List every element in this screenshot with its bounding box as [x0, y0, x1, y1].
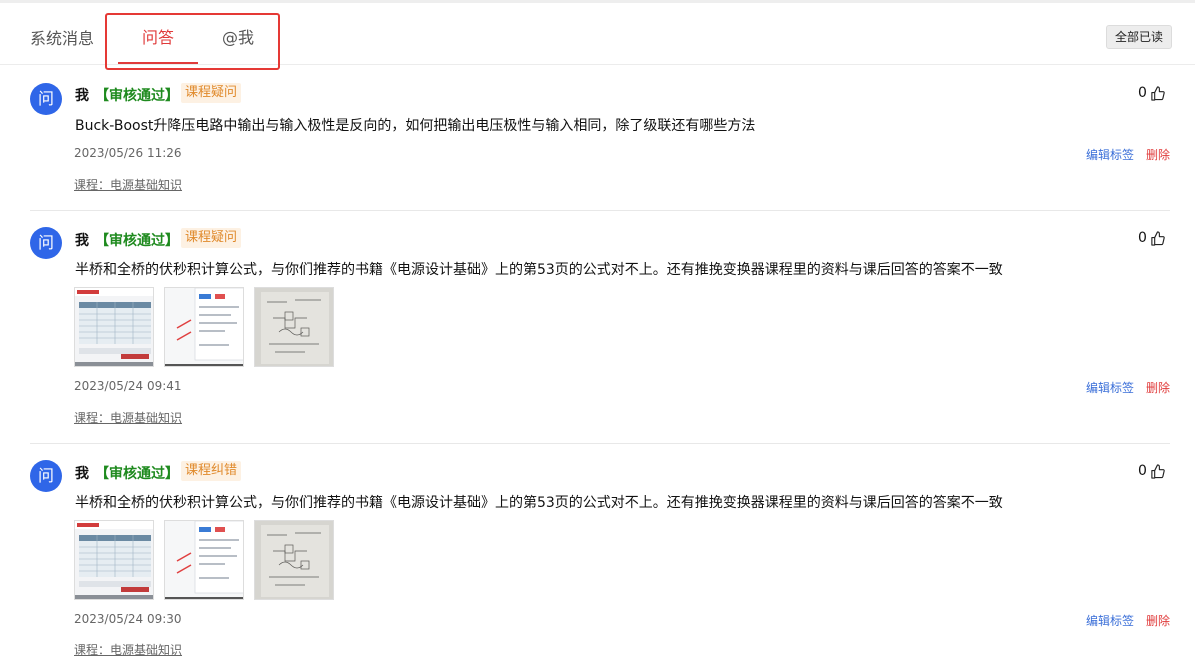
like-count: 0	[1138, 463, 1147, 479]
avatar: 问	[30, 227, 62, 259]
post-date: 2023/05/24 09:41	[74, 379, 182, 393]
attachment-image-handwriting[interactable]	[254, 287, 334, 367]
avatar: 问	[30, 83, 62, 115]
attachment-image-table[interactable]	[74, 520, 154, 600]
tab-at-me[interactable]: @我	[222, 24, 254, 48]
author-name: 我	[75, 88, 89, 104]
post-date: 2023/05/24 09:30	[74, 612, 182, 626]
tab-bar: 系统消息 问答 @我 全部已读	[0, 3, 1195, 70]
attachment-thumbnails	[74, 287, 334, 367]
like-count: 0	[1138, 230, 1147, 246]
category-tag: 课程纠错	[181, 461, 242, 481]
tab-qa[interactable]: 问答	[142, 24, 174, 48]
like-button[interactable]: 0	[1138, 230, 1165, 246]
delete-link[interactable]: 删除	[1146, 612, 1170, 629]
delete-link[interactable]: 删除	[1146, 146, 1170, 163]
author-name: 我	[75, 233, 89, 249]
category-tag: 课程疑问	[181, 228, 242, 248]
status-badge: 【审核通过】	[95, 466, 179, 482]
edit-tags-link[interactable]: 编辑标签	[1086, 146, 1134, 163]
author-name: 我	[75, 466, 89, 482]
divider	[30, 210, 1170, 211]
post-date: 2023/05/26 11:26	[74, 146, 182, 160]
question-text[interactable]: Buck-Boost升降压电路中输出与输入极性是反向的，如何把输出电压极性与输入…	[75, 115, 755, 135]
thumbs-up-icon	[1151, 230, 1165, 246]
course-link[interactable]: 课程：电源基础知识	[74, 409, 182, 426]
edit-tags-link[interactable]: 编辑标签	[1086, 379, 1134, 396]
tab-system-messages[interactable]: 系统消息	[30, 25, 94, 49]
question-text[interactable]: 半桥和全桥的伏秒积计算公式，与你们推荐的书籍《电源设计基础》上的第53页的公式对…	[75, 492, 1003, 512]
course-link[interactable]: 课程：电源基础知识	[74, 641, 182, 658]
divider	[30, 443, 1170, 444]
status-badge: 【审核通过】	[95, 233, 179, 249]
delete-link[interactable]: 删除	[1146, 379, 1170, 396]
active-tab-indicator	[118, 62, 198, 64]
attachment-thumbnails	[74, 520, 334, 600]
edit-tags-link[interactable]: 编辑标签	[1086, 612, 1134, 629]
attachment-image-handwriting[interactable]	[254, 520, 334, 600]
mark-all-read-button[interactable]: 全部已读	[1106, 25, 1173, 49]
question-text[interactable]: 半桥和全桥的伏秒积计算公式，与你们推荐的书籍《电源设计基础》上的第53页的公式对…	[75, 259, 1003, 279]
thumbs-up-icon	[1151, 463, 1165, 479]
attachment-image-dialog[interactable]	[164, 287, 244, 367]
like-button[interactable]: 0	[1138, 463, 1165, 479]
like-button[interactable]: 0	[1138, 85, 1165, 101]
thumbs-up-icon	[1151, 85, 1165, 101]
like-count: 0	[1138, 85, 1147, 101]
avatar: 问	[30, 460, 62, 492]
attachment-image-table[interactable]	[74, 287, 154, 367]
attachment-image-dialog[interactable]	[164, 520, 244, 600]
status-badge: 【审核通过】	[95, 88, 179, 104]
category-tag: 课程疑问	[181, 83, 242, 103]
course-link[interactable]: 课程：电源基础知识	[74, 176, 182, 193]
